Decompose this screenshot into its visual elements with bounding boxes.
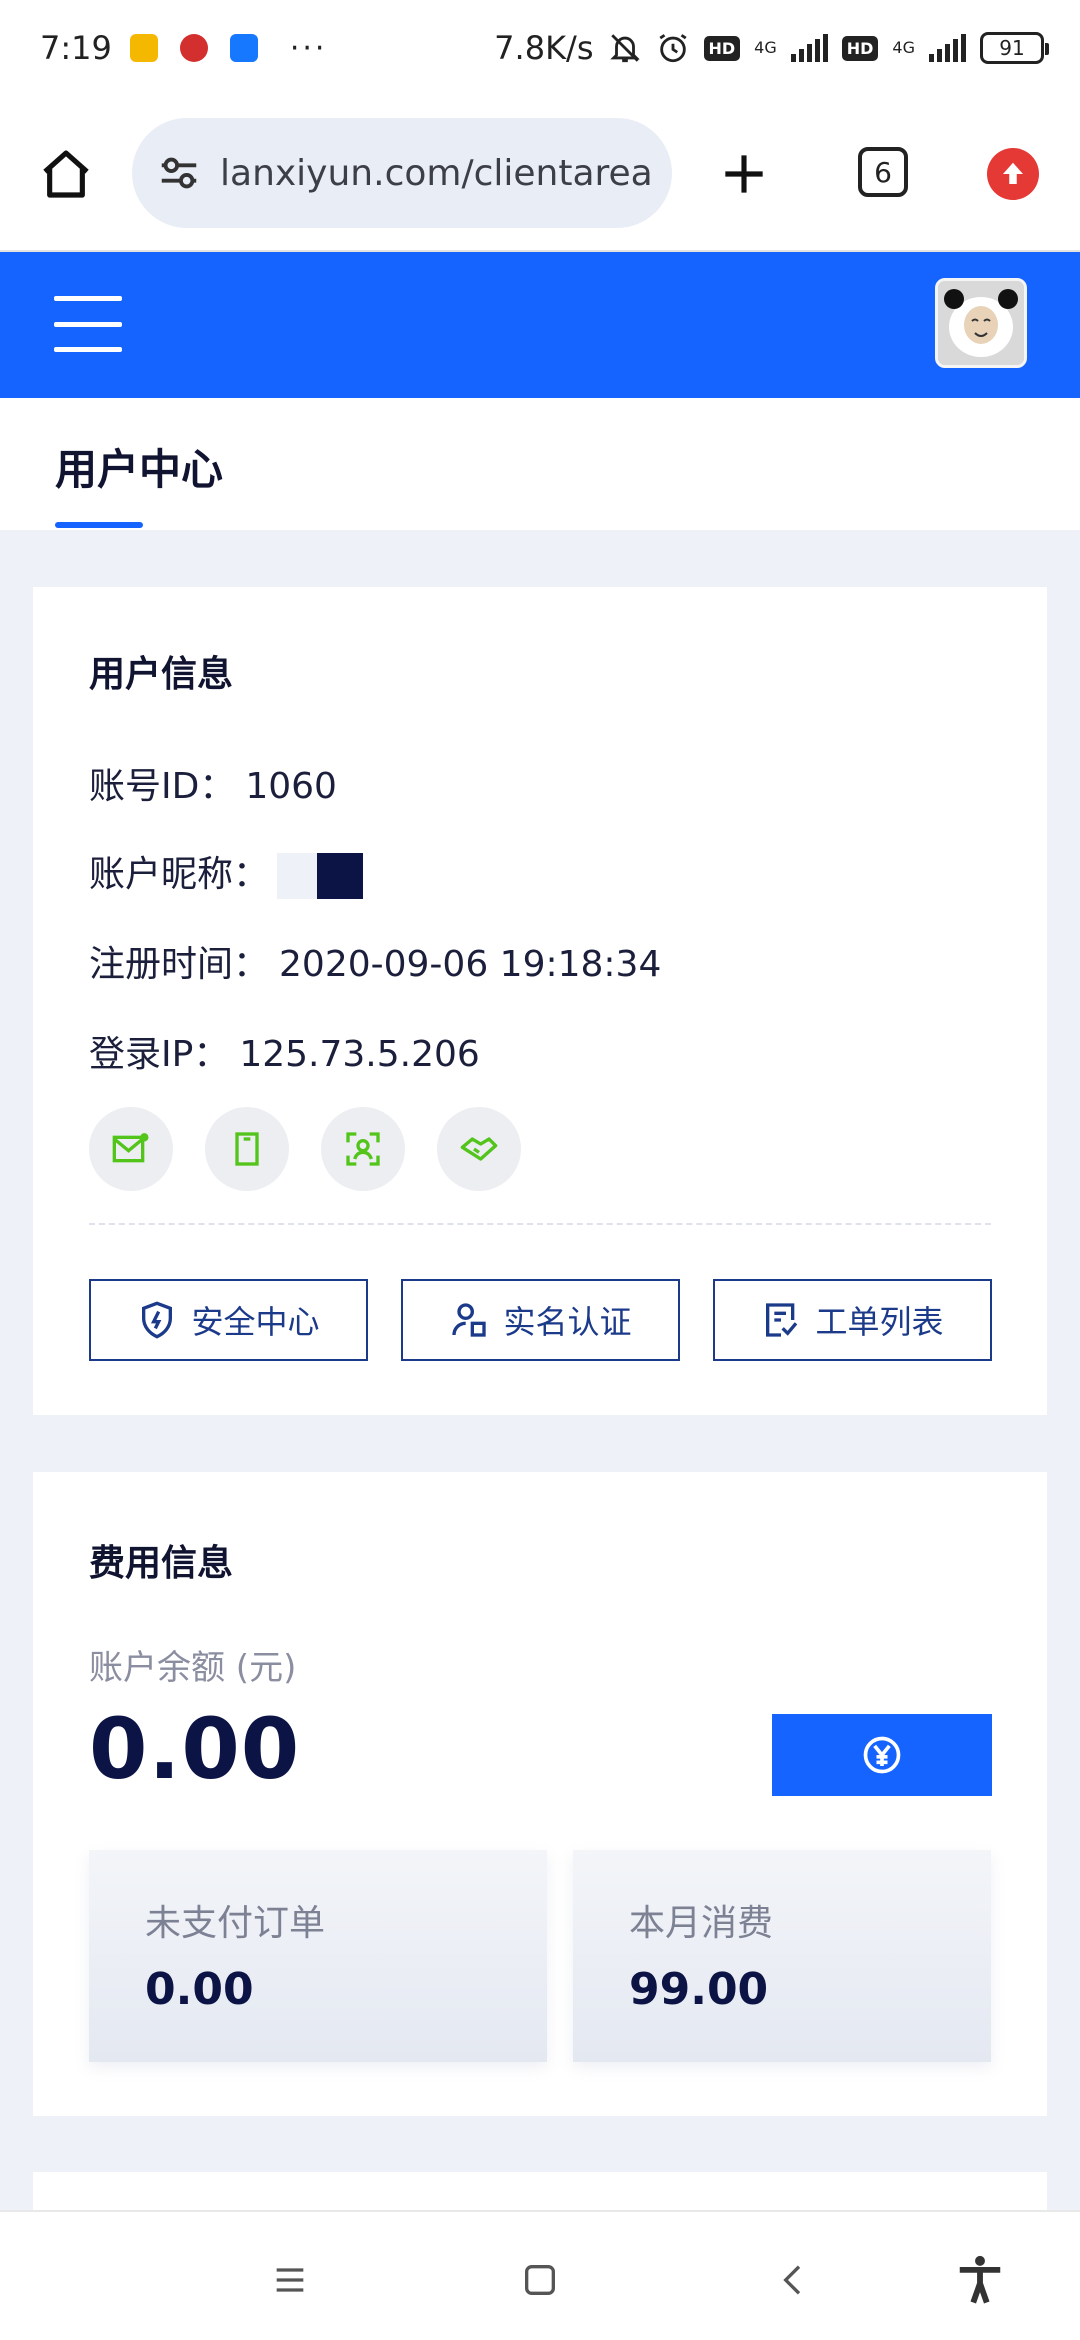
user-info-card: 用户信息 账号ID： 1060 账户昵称： 注册时间： 2020-09-06 19:… — [33, 587, 1047, 1415]
menu-lines-icon — [276, 2268, 304, 2292]
avatar[interactable] — [935, 278, 1027, 368]
monthly-spend-label: 本月消费 — [629, 1903, 774, 1944]
status-time: 7:19 — [40, 29, 112, 67]
verification-icons — [89, 1107, 521, 1191]
signal-icon-1 — [790, 34, 828, 62]
phone-verified-badge[interactable] — [205, 1107, 289, 1191]
site-settings-icon[interactable] — [156, 150, 202, 196]
balance-amount: 0.00 — [89, 1700, 301, 1798]
new-tab-button[interactable] — [716, 146, 772, 202]
ticket-list-label: 工单列表 — [815, 1303, 944, 1341]
user-plus-icon — [452, 1303, 487, 1337]
site-header — [0, 252, 1080, 398]
email-verified-badge[interactable] — [89, 1107, 173, 1191]
balance-label: 账户余额 (元) — [89, 1648, 297, 1688]
email-verified-icon — [112, 1133, 149, 1163]
net-speed: 7.8K/s — [494, 29, 594, 67]
realname-auth-button[interactable]: 实名认证 — [401, 1279, 680, 1361]
realname-verified-badge[interactable] — [321, 1107, 405, 1191]
user-actions: 安全中心 实名认证 工单列表 — [89, 1279, 992, 1361]
login-ip-label: 登录IP： — [89, 1034, 230, 1075]
register-time-row: 注册时间： 2020-09-06 19:18:34 — [89, 935, 661, 987]
yuan-coin-icon — [863, 1736, 901, 1774]
nickname-label: 账户昵称： — [89, 854, 270, 895]
handshake-icon — [460, 1137, 498, 1161]
wechat-verified-badge[interactable] — [437, 1107, 521, 1191]
url-text[interactable]: lanxiyun.com/clientarea — [220, 153, 653, 194]
security-center-button[interactable]: 安全中心 — [89, 1279, 368, 1361]
address-bar[interactable]: lanxiyun.com/clientarea — [132, 118, 672, 228]
home-nav-button[interactable] — [512, 2252, 568, 2308]
unpaid-orders-label: 未支付订单 — [145, 1903, 326, 1944]
square-icon — [525, 2265, 555, 2295]
net-type-2: 4G — [892, 38, 915, 57]
nickname-redacted — [277, 853, 364, 899]
login-ip-row: 登录IP： 125.73.5.206 — [89, 1025, 480, 1077]
login-ip-value: 125.73.5.206 — [239, 1034, 480, 1075]
browser-toolbar: lanxiyun.com/clientarea 6 — [0, 96, 1080, 252]
update-button[interactable] — [987, 148, 1039, 200]
divider — [89, 1223, 991, 1225]
net-type-1: 4G — [754, 38, 777, 57]
home-icon — [43, 150, 89, 198]
account-id-row: 账号ID： 1060 — [89, 757, 337, 809]
fee-info-heading: 费用信息 — [89, 1543, 234, 1584]
user-info-heading: 用户信息 — [89, 654, 234, 695]
hd-badge-2: HD — [841, 35, 879, 61]
bank-app-icon — [179, 34, 208, 62]
ticket-list-button[interactable]: 工单列表 — [713, 1279, 992, 1361]
phone-verified-icon — [235, 1132, 259, 1166]
alipay-app-icon — [229, 34, 258, 62]
menu-button[interactable] — [54, 296, 122, 352]
battery-icon: 91 — [980, 32, 1049, 64]
register-time-value: 2020-09-06 19:18:34 — [279, 944, 662, 985]
realname-auth-label: 实名认证 — [503, 1303, 632, 1341]
home-button[interactable] — [38, 146, 94, 202]
account-id-label: 账号ID： — [89, 766, 236, 807]
active-tab-indicator — [55, 522, 143, 528]
page-title: 用户中心 — [55, 445, 224, 494]
shield-icon — [142, 1301, 173, 1339]
unpaid-orders-card[interactable]: 未支付订单 0.00 — [89, 1850, 547, 2062]
accessibility-button[interactable] — [952, 2252, 1008, 2308]
status-bar: 7:19 ··· 7.8K/s HD 4G HD 4G 91 — [0, 0, 1080, 96]
alarm-icon — [658, 34, 687, 63]
register-time-label: 注册时间： — [89, 944, 270, 985]
mail-app-icon — [129, 34, 158, 62]
fee-info-card: 费用信息 账户余额 (元) 0.00 未支付订单 0.00 本月消费 99.00 — [33, 1472, 1047, 2116]
recharge-button[interactable] — [772, 1714, 992, 1796]
chevron-left-icon — [783, 2265, 801, 2295]
monthly-spend-value: 99.00 — [629, 1964, 769, 2015]
more-notifications-icon: ··· — [289, 30, 328, 66]
arrow-up-icon — [1003, 162, 1023, 184]
nickname-row: 账户昵称： — [89, 845, 364, 899]
account-id-value: 1060 — [245, 766, 337, 807]
accessibility-icon — [959, 2255, 1001, 2304]
back-button[interactable] — [766, 2252, 822, 2308]
recent-apps-button[interactable] — [262, 2252, 318, 2308]
signal-icon-2 — [929, 34, 966, 62]
checklist-icon — [766, 1303, 798, 1337]
face-scan-icon — [346, 1132, 380, 1166]
plus-icon — [725, 155, 763, 193]
page-title-bar: 用户中心 — [0, 398, 1080, 530]
tab-switcher-button[interactable]: 6 — [858, 147, 908, 197]
system-navigation-bar — [0, 2210, 1080, 2340]
monthly-spend-card[interactable]: 本月消费 99.00 — [573, 1850, 991, 2062]
hd-badge-1: HD — [703, 35, 741, 61]
panda-face-icon — [938, 281, 1024, 365]
bell-muted-icon — [609, 34, 640, 63]
unpaid-orders-value: 0.00 — [145, 1964, 254, 2015]
security-center-label: 安全中心 — [191, 1303, 320, 1341]
